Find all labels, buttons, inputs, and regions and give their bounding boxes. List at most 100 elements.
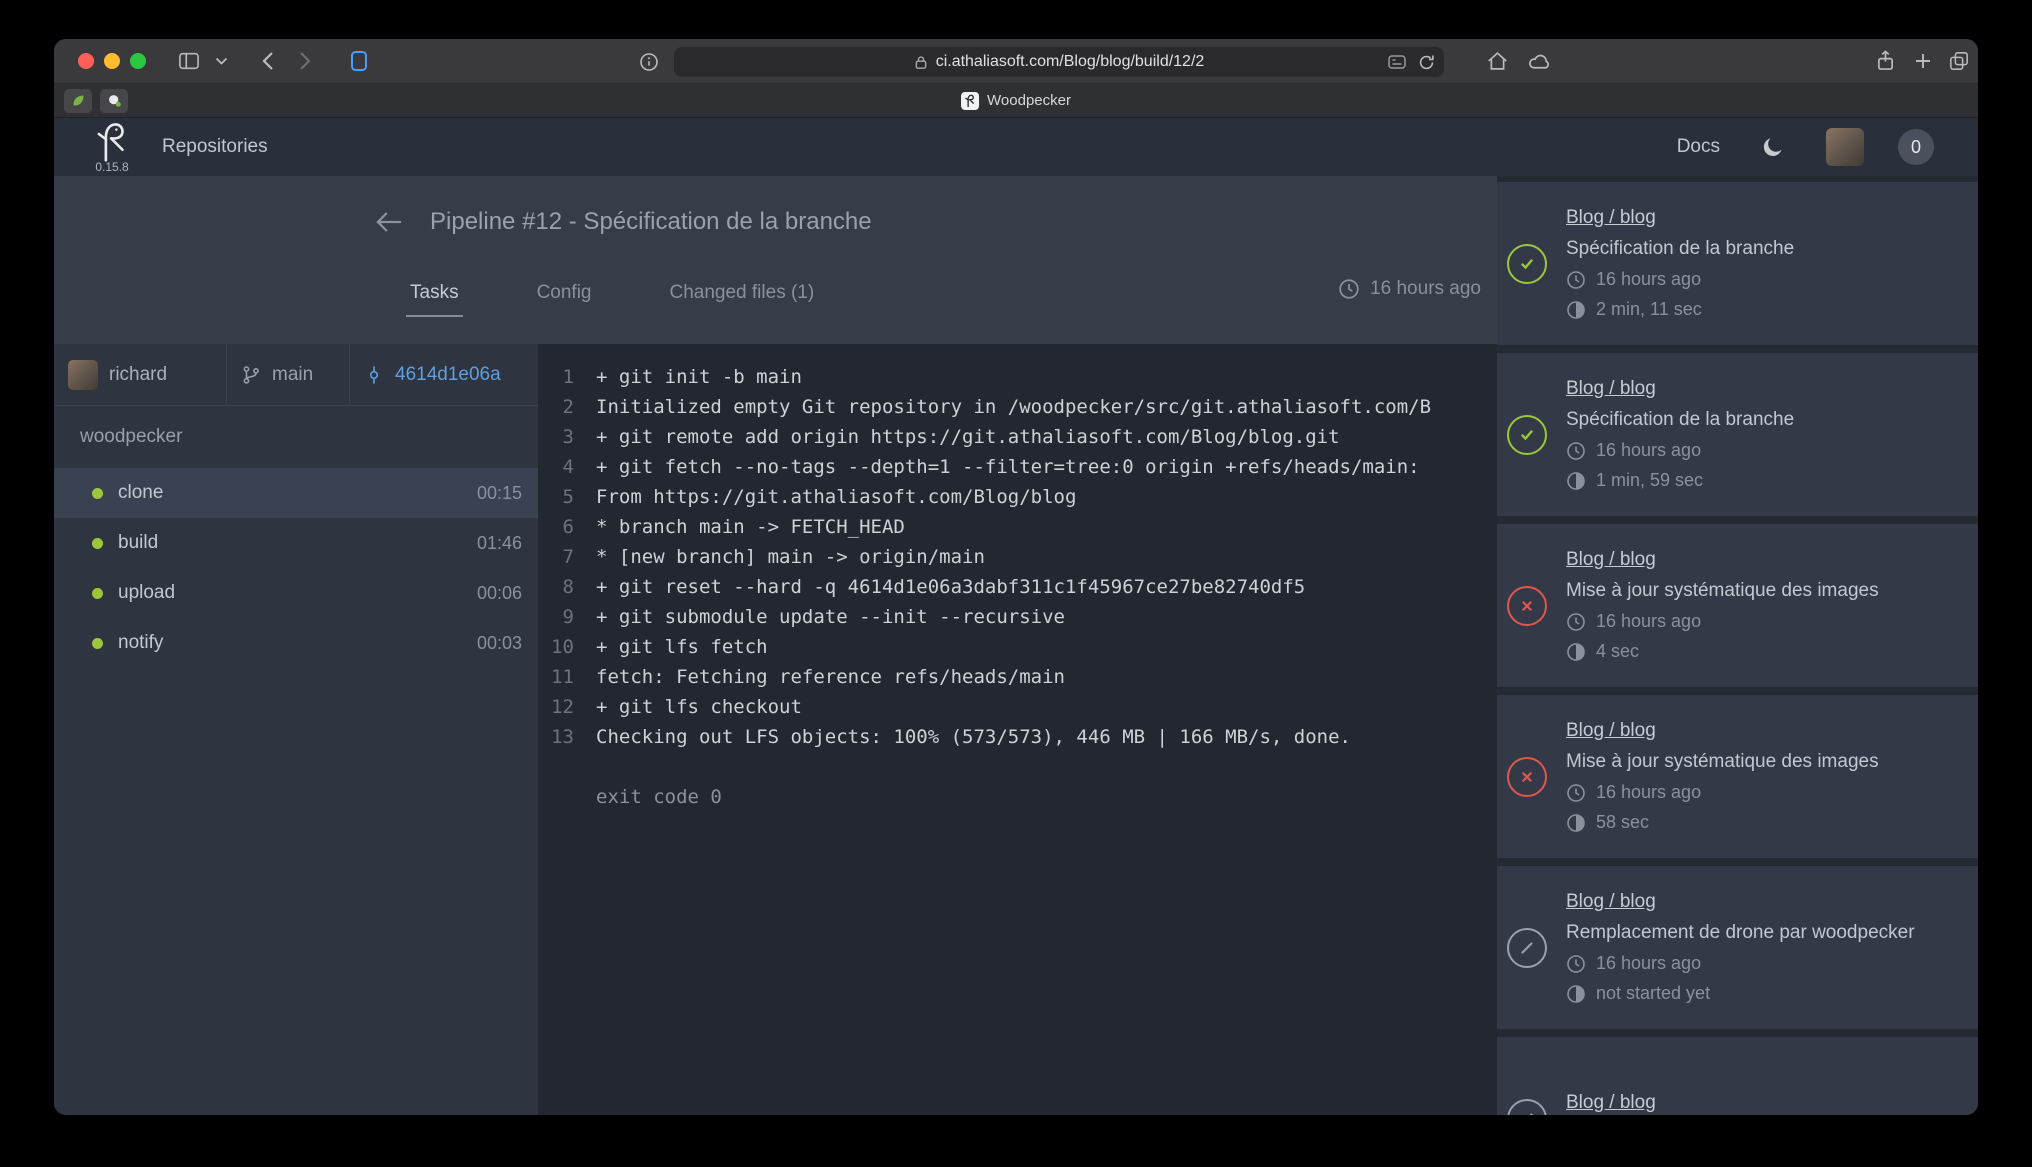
new-tab-button[interactable] bbox=[1904, 45, 1942, 77]
log-output[interactable]: 1+ git init -b main 2Initialized empty G… bbox=[538, 344, 1497, 1115]
build-repo-link[interactable]: Blog / blog bbox=[1566, 1092, 1656, 1114]
build-repo-link[interactable]: Blog / blog bbox=[1566, 720, 1656, 742]
build-duration: 2 min, 11 sec bbox=[1566, 299, 1794, 320]
timer-icon bbox=[1566, 471, 1586, 491]
build-time: 16 hours ago bbox=[1566, 611, 1879, 632]
minimize-window-button[interactable] bbox=[104, 53, 120, 69]
woodpecker-logo[interactable]: 0.15.8 bbox=[92, 120, 132, 174]
step-upload[interactable]: upload 00:06 bbox=[54, 568, 538, 618]
step-duration: 00:15 bbox=[477, 483, 522, 504]
nav-repositories[interactable]: Repositories bbox=[162, 136, 268, 158]
log-line: 6* branch main -> FETCH_HEAD bbox=[538, 512, 1497, 542]
clock-icon bbox=[1566, 612, 1586, 632]
build-duration: 4 sec bbox=[1566, 641, 1879, 662]
woodpecker-logo-icon bbox=[964, 94, 976, 107]
step-duration: 00:06 bbox=[477, 583, 522, 604]
user-avatar[interactable] bbox=[1826, 128, 1864, 166]
leaf-favicon-icon bbox=[71, 93, 86, 108]
step-build[interactable]: build 01:46 bbox=[54, 518, 538, 568]
author-avatar bbox=[68, 360, 98, 390]
clock-icon bbox=[1566, 441, 1586, 461]
log-line: 10+ git lfs fetch bbox=[538, 632, 1497, 662]
theme-toggle-button[interactable] bbox=[1754, 131, 1792, 163]
close-window-button[interactable] bbox=[78, 53, 94, 69]
icloud-tabs-button[interactable] bbox=[1520, 45, 1558, 77]
line-text: + git remote add origin https://git.atha… bbox=[574, 422, 1340, 452]
build-time: 16 hours ago bbox=[1566, 782, 1879, 803]
build-repo-link[interactable]: Blog / blog bbox=[1566, 549, 1656, 571]
line-text: + git init -b main bbox=[574, 362, 802, 392]
build-card[interactable]: Blog / blog Spécification de la branche … bbox=[1497, 182, 1978, 345]
line-text: + git fetch --no-tags --depth=1 --filter… bbox=[574, 452, 1420, 482]
line-number: 6 bbox=[538, 512, 574, 542]
build-repo-link[interactable]: Blog / blog bbox=[1566, 207, 1656, 229]
status-skipped-icon bbox=[1507, 1099, 1547, 1116]
build-time: 16 hours ago bbox=[1566, 440, 1794, 461]
build-time-text: 16 hours ago bbox=[1596, 611, 1701, 632]
cloud-icon bbox=[1528, 52, 1551, 70]
sidebar-chevron-button[interactable] bbox=[208, 45, 234, 77]
build-card[interactable]: Blog / blog Remplacement de drone par wo… bbox=[1497, 866, 1978, 1029]
chevron-left-icon bbox=[261, 51, 274, 71]
sidebar-toggle-button[interactable] bbox=[170, 45, 208, 77]
line-text: Checking out LFS objects: 100% (573/573)… bbox=[574, 722, 1351, 752]
line-number: 3 bbox=[538, 422, 574, 452]
nav-docs[interactable]: Docs bbox=[1677, 136, 1720, 158]
share-button[interactable] bbox=[1866, 45, 1904, 77]
url-text: ci.athaliasoft.com/Blog/blog/build/12/2 bbox=[936, 53, 1205, 71]
build-repo-link[interactable]: Blog / blog bbox=[1566, 378, 1656, 400]
tab-overview-button[interactable] bbox=[1940, 45, 1978, 77]
zoom-window-button[interactable] bbox=[130, 53, 146, 69]
pinned-tab-1[interactable] bbox=[64, 89, 92, 113]
timer-icon bbox=[1566, 642, 1586, 662]
home-button[interactable] bbox=[1478, 45, 1516, 77]
step-duration: 00:03 bbox=[477, 633, 522, 654]
line-text: + git submodule update --init --recursiv… bbox=[574, 602, 1065, 632]
tracker-badge-icon bbox=[1388, 55, 1406, 69]
line-number: 7 bbox=[538, 542, 574, 572]
back-button[interactable] bbox=[248, 45, 286, 77]
build-message: Spécification de la branche bbox=[1566, 238, 1794, 260]
build-duration-text: 1 min, 59 sec bbox=[1596, 470, 1703, 491]
log-line: 5From https://git.athaliasoft.com/Blog/b… bbox=[538, 482, 1497, 512]
tab-changed-files[interactable]: Changed files (1) bbox=[670, 282, 815, 304]
build-time-text: 16 hours ago bbox=[1596, 269, 1701, 290]
log-line: 8+ git reset --hard -q 4614d1e06a3dabf31… bbox=[538, 572, 1497, 602]
notification-badge[interactable]: 0 bbox=[1898, 129, 1934, 165]
lock-icon bbox=[914, 54, 928, 70]
author-name: richard bbox=[109, 364, 167, 386]
step-success-dot bbox=[92, 638, 103, 649]
page-info-button[interactable] bbox=[630, 46, 668, 78]
browser-toolbar: ci.athaliasoft.com/Blog/blog/build/12/2 bbox=[54, 39, 1978, 84]
bird-favicon-icon bbox=[107, 93, 122, 108]
build-repo-link[interactable]: Blog / blog bbox=[1566, 891, 1656, 913]
pipeline-main: Pipeline #12 - Spécification de la branc… bbox=[54, 176, 1497, 1115]
build-time: 16 hours ago bbox=[1566, 269, 1794, 290]
build-card[interactable]: Blog / blog Mise à jour systématique des… bbox=[1497, 524, 1978, 687]
url-bar[interactable]: ci.athaliasoft.com/Blog/blog/build/12/2 bbox=[674, 47, 1444, 77]
build-card[interactable]: Blog / blog Mise à jour systématique des… bbox=[1497, 695, 1978, 858]
line-text: + git lfs checkout bbox=[574, 692, 802, 722]
build-card[interactable]: Blog / blog Remplacement de drone par wo… bbox=[1497, 1037, 1978, 1115]
step-clone[interactable]: clone 00:15 bbox=[54, 468, 538, 518]
line-number: 4 bbox=[538, 452, 574, 482]
log-line: 12+ git lfs checkout bbox=[538, 692, 1497, 722]
pinned-tab-2[interactable] bbox=[100, 89, 128, 113]
tab-config[interactable]: Config bbox=[537, 282, 592, 304]
build-card[interactable]: Blog / blog Spécification de la branche … bbox=[1497, 353, 1978, 516]
step-notify[interactable]: notify 00:03 bbox=[54, 618, 538, 668]
app-shortcut-button[interactable] bbox=[340, 45, 378, 77]
commit-link[interactable]: 4614d1e06a bbox=[350, 344, 538, 405]
forward-button[interactable] bbox=[286, 45, 324, 77]
reload-button[interactable] bbox=[1414, 49, 1438, 75]
tab-tasks[interactable]: Tasks bbox=[410, 282, 459, 304]
line-number: 8 bbox=[538, 572, 574, 602]
line-text: fetch: Fetching reference refs/heads/mai… bbox=[574, 662, 1065, 692]
tab-woodpecker[interactable]: Woodpecker bbox=[961, 84, 1071, 117]
workflow-name: woodpecker bbox=[54, 406, 538, 468]
step-name: build bbox=[118, 532, 158, 554]
step-success-dot bbox=[92, 538, 103, 549]
plus-icon bbox=[1914, 52, 1932, 70]
back-arrow-button[interactable] bbox=[374, 209, 404, 235]
steps-panel: richard main 4614d1e06a woodpecke bbox=[54, 344, 538, 1115]
